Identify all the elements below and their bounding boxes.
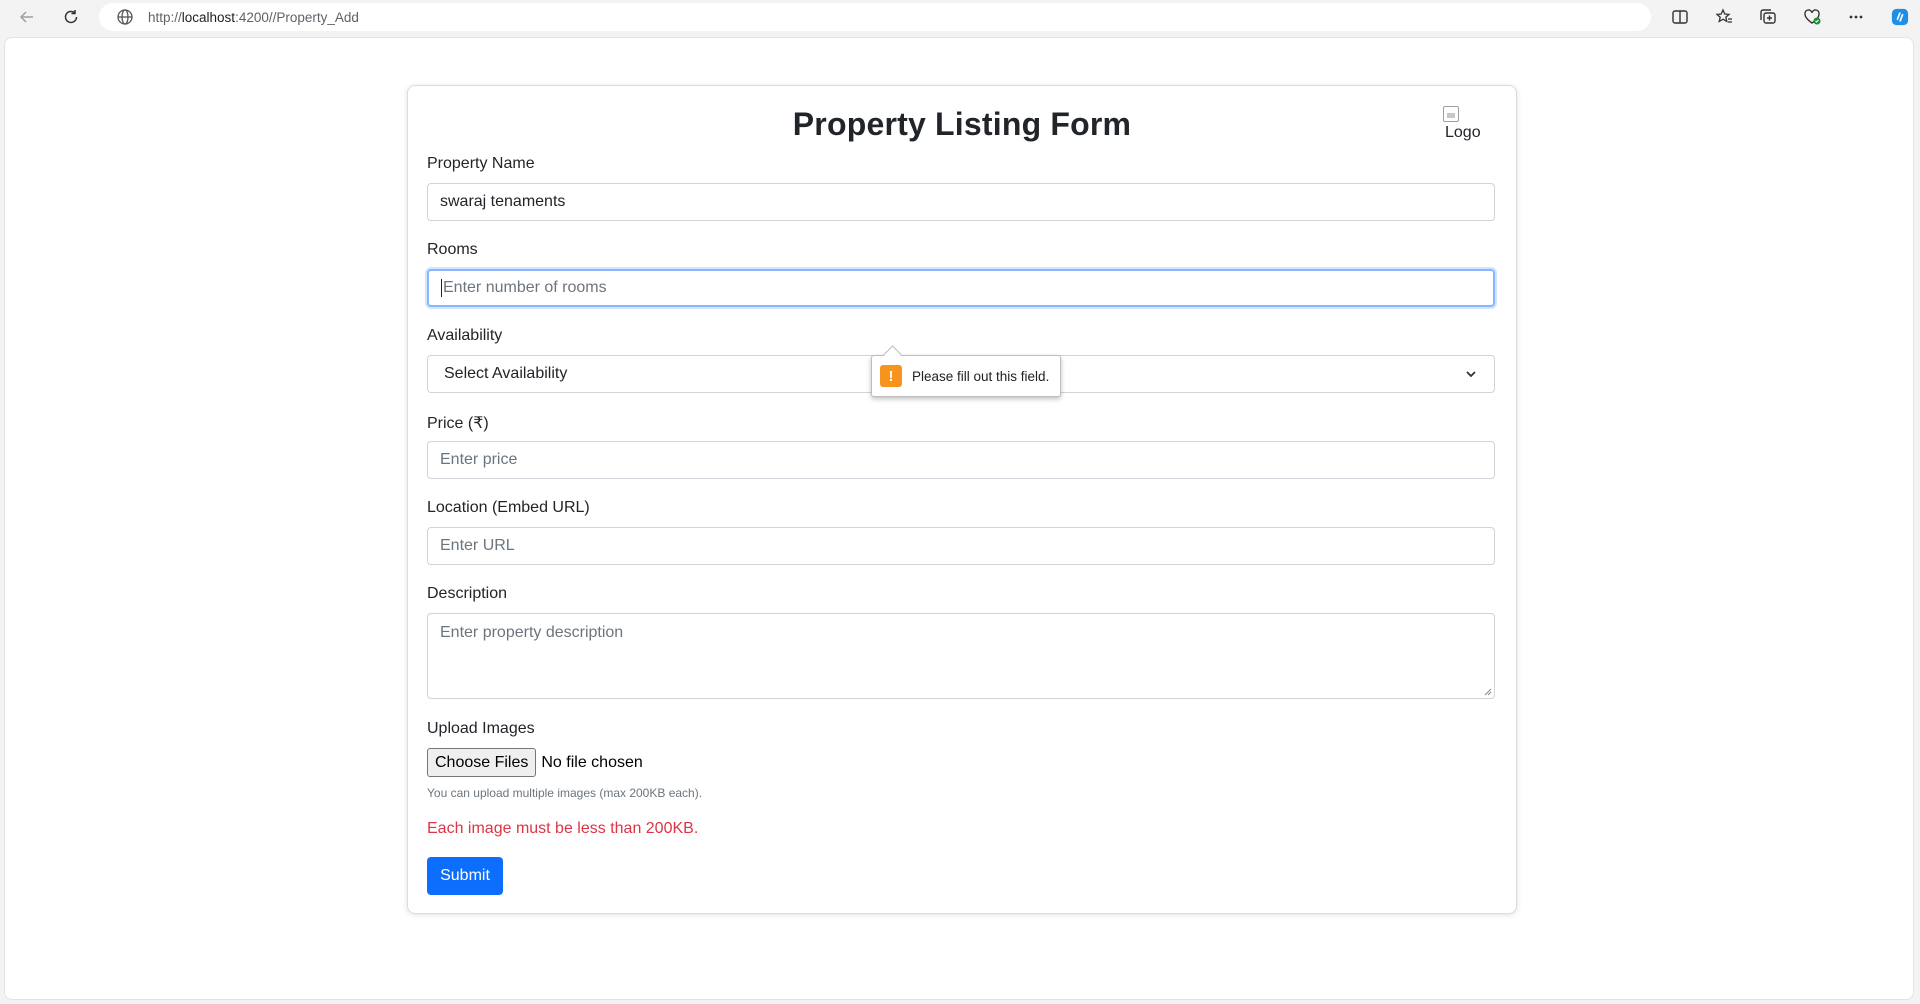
availability-label: Availability xyxy=(427,327,503,344)
file-upload: Choose Files No file chosen xyxy=(427,748,643,777)
image-size-error: Each image must be less than 200KB. xyxy=(427,820,699,837)
property-name-input[interactable]: swaraj tenaments xyxy=(427,183,1495,221)
warning-icon: ! xyxy=(880,365,902,387)
heart-pulse-icon xyxy=(1804,9,1821,25)
price-label: Price (₹) xyxy=(427,415,489,432)
collections-icon xyxy=(1760,9,1776,24)
reload-icon xyxy=(64,10,78,24)
address-bar[interactable]: http://localhost:4200//Property_Add xyxy=(99,3,1651,31)
upload-images-label: Upload Images xyxy=(427,720,535,737)
browser-toolbar: http://localhost:4200//Property_Add xyxy=(0,0,1920,35)
copilot-button[interactable] xyxy=(1887,4,1913,30)
back-button[interactable] xyxy=(14,4,40,30)
globe-icon xyxy=(116,8,134,26)
rooms-label: Rooms xyxy=(427,241,478,258)
reload-button[interactable] xyxy=(58,4,84,30)
page-viewport: Property Listing Form Logo Property Name… xyxy=(4,37,1914,1000)
location-input[interactable]: Enter URL xyxy=(427,527,1495,565)
chevron-down-icon xyxy=(1464,367,1478,381)
copilot-icon xyxy=(1891,8,1909,26)
property-form-card: Property Listing Form Logo Property Name… xyxy=(407,85,1517,914)
description-textarea[interactable]: Enter property description xyxy=(427,613,1495,699)
favorites-button[interactable] xyxy=(1711,4,1737,30)
more-menu-button[interactable] xyxy=(1843,4,1869,30)
file-status-text: No file chosen xyxy=(541,753,643,771)
submit-button[interactable]: Submit xyxy=(427,857,503,895)
validation-message: Please fill out this field. xyxy=(912,368,1050,384)
star-icon xyxy=(1715,8,1732,23)
back-arrow-icon xyxy=(19,11,33,23)
location-label: Location (Embed URL) xyxy=(427,499,590,516)
collections-button[interactable] xyxy=(1755,4,1781,30)
rooms-input[interactable]: Enter number of rooms xyxy=(427,269,1495,307)
logo-image: Logo xyxy=(1443,106,1483,146)
toolbar-actions xyxy=(1667,4,1920,30)
choose-files-button[interactable]: Choose Files xyxy=(427,748,537,777)
resize-grip-icon[interactable] xyxy=(1484,688,1492,696)
validation-tooltip: ! Please fill out this field. xyxy=(871,355,1061,397)
split-screen-icon xyxy=(1672,10,1688,24)
property-name-label: Property Name xyxy=(427,155,535,172)
ellipsis-icon xyxy=(1849,15,1863,19)
description-label: Description xyxy=(427,585,508,602)
browser-essentials-button[interactable] xyxy=(1799,4,1825,30)
price-input[interactable]: Enter price xyxy=(427,441,1495,479)
split-screen-button[interactable] xyxy=(1667,4,1693,30)
url-text: http://localhost:4200//Property_Add xyxy=(148,9,359,25)
upload-hint: You can upload multiple images (max 200K… xyxy=(427,786,703,800)
broken-image-icon xyxy=(1443,106,1459,122)
form-title: Property Listing Form xyxy=(792,106,1132,142)
